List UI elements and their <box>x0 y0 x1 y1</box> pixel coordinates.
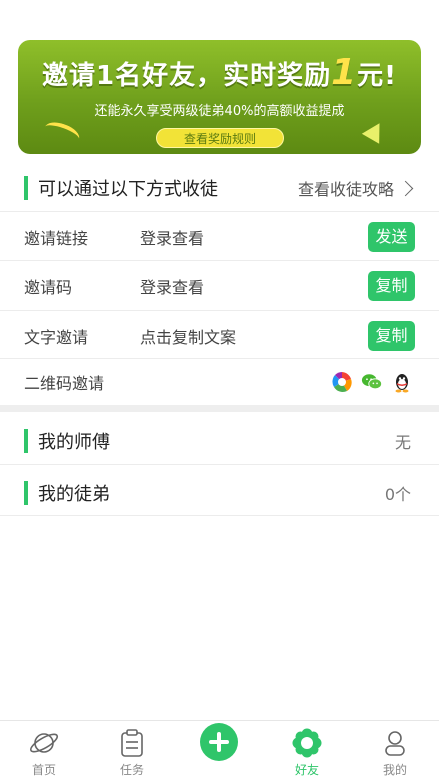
bottom-tab-bar: 首页 任务 好友 我的 <box>0 720 439 780</box>
chevron-right-icon <box>397 180 414 196</box>
apprentice-count: 0个 <box>384 485 411 504</box>
section-accent-bar <box>24 429 28 453</box>
tab-tasks-label: 任务 <box>119 763 144 777</box>
invite-link-label: 邀请链接 <box>24 229 89 248</box>
send-button[interactable]: 发送 <box>368 222 415 252</box>
divider <box>0 464 439 465</box>
section-separator <box>0 405 439 412</box>
tab-tasks[interactable]: 任务 <box>102 721 162 780</box>
invite-code-label: 邀请码 <box>24 278 73 297</box>
tab-me[interactable]: 我的 <box>365 721 425 780</box>
tab-friends[interactable]: 好友 <box>277 721 337 780</box>
divider <box>0 211 439 212</box>
section-accent-bar <box>24 176 28 200</box>
divider <box>0 310 439 311</box>
copy-text-button[interactable]: 复制 <box>368 321 415 351</box>
invite-row-text: 文字邀请 点击复制文案 复制 <box>0 312 439 360</box>
divider <box>0 515 439 516</box>
copy-code-button[interactable]: 复制 <box>368 271 415 301</box>
camera-icon[interactable] <box>331 371 353 393</box>
tab-home-label: 首页 <box>31 763 56 777</box>
banner-title: 邀请1名好友，实时奖励1元! <box>18 52 421 93</box>
planet-icon <box>29 733 59 753</box>
add-button[interactable] <box>200 723 238 761</box>
invite-row-qr: 二维码邀请 <box>0 358 439 406</box>
flower-icon <box>292 728 322 758</box>
invite-row-link: 邀请链接 登录查看 发送 <box>0 213 439 261</box>
section-accent-bar <box>24 481 28 505</box>
master-title: 我的师傅 <box>38 432 110 453</box>
apprentice-row[interactable]: 我的徒弟 0个 <box>0 470 439 516</box>
invite-row-code: 邀请码 登录查看 复制 <box>0 262 439 310</box>
master-value: 无 <box>394 433 411 452</box>
banner-subtitle: 还能永久享受两级徒弟40%的高额收益提成 <box>94 104 345 119</box>
guide-link-label: 查看收徒攻略 <box>297 180 394 199</box>
invite-section-header: 可以通过以下方式收徒 查看收徒攻略 <box>0 165 439 211</box>
banner-title-suffix: 元! <box>357 61 397 91</box>
invite-code-value[interactable]: 登录查看 <box>140 274 204 298</box>
invite-banner[interactable]: 邀请1名好友，实时奖励1元! 还能永久享受两级徒弟40%的高额收益提成 查看奖励… <box>18 40 421 154</box>
leaf-decoration <box>361 118 389 144</box>
guide-link[interactable]: 查看收徒攻略 <box>297 176 414 200</box>
master-row[interactable]: 我的师傅 无 <box>0 418 439 464</box>
qr-invite-label: 二维码邀请 <box>24 374 105 393</box>
apprentice-title: 我的徒弟 <box>38 484 110 505</box>
user-icon <box>385 731 405 756</box>
banner-title-prefix: 邀请1名好友，实时奖励 <box>41 61 332 91</box>
text-invite-value[interactable]: 点击复制文案 <box>140 324 236 348</box>
clipboard-icon <box>121 729 143 757</box>
invite-link-value[interactable]: 登录查看 <box>140 225 204 249</box>
tab-friends-label: 好友 <box>294 763 319 777</box>
text-invite-label: 文字邀请 <box>24 328 89 347</box>
invite-section-title: 可以通过以下方式收徒 <box>38 179 218 200</box>
swoosh-decoration <box>42 118 82 148</box>
banner-title-amount: 1 <box>331 52 358 93</box>
qq-icon[interactable] <box>391 371 413 393</box>
tab-home[interactable]: 首页 <box>14 721 74 780</box>
view-rules-button[interactable]: 查看奖励规则 <box>156 128 284 148</box>
wechat-icon[interactable] <box>361 371 383 393</box>
divider <box>0 260 439 261</box>
tab-me-label: 我的 <box>382 763 407 777</box>
share-icons <box>331 371 413 393</box>
